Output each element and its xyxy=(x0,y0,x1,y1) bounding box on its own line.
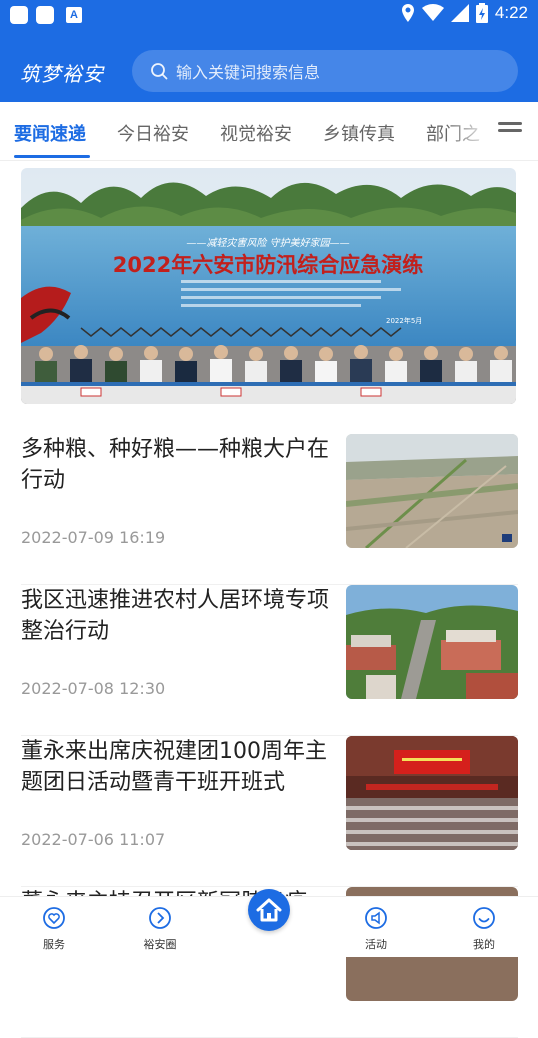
search-placeholder: 输入关键词搜索信息 xyxy=(176,63,321,82)
news-thumbnail xyxy=(346,585,518,699)
news-list-item[interactable]: 多种粮、种好粮——种粮大户在行动 2022-07-09 16:19 xyxy=(21,434,518,585)
news-thumbnail xyxy=(346,434,518,548)
banner-title: 2022年六安市防汛综合应急演练 xyxy=(113,253,423,277)
location-icon xyxy=(401,4,414,22)
banner-slogan: ——减轻灾害风险 守护美好家园—— xyxy=(186,237,349,249)
tab-township[interactable]: 乡镇传真 xyxy=(323,120,395,146)
home-icon xyxy=(256,898,282,922)
tab-label: 活动 xyxy=(365,938,387,951)
menu-icon[interactable] xyxy=(498,122,522,140)
battery-icon xyxy=(475,3,488,23)
smile-icon xyxy=(473,907,495,929)
notification-icon xyxy=(10,6,28,24)
tab-label: 裕安圈 xyxy=(143,938,177,951)
tab-fade xyxy=(448,102,490,158)
tab-yuan-circle[interactable]: 裕安圈 xyxy=(130,907,190,952)
news-date: 2022-07-09 16:19 xyxy=(21,528,166,547)
news-title: 董永来出席庆祝建团100周年主题团日活动暨青干班开班式 xyxy=(21,739,327,795)
news-date: 2022-07-08 12:30 xyxy=(21,679,166,698)
news-thumbnail xyxy=(346,736,518,850)
notification-icon xyxy=(36,6,54,24)
tab-label: 我的 xyxy=(473,938,495,951)
hero-banner[interactable]: ——减轻灾害风险 守护美好家园—— 2022年六安市防汛综合应急演练 2022年… xyxy=(21,168,516,404)
hero-photo: ——减轻灾害风险 守护美好家园—— 2022年六安市防汛综合应急演练 2022年… xyxy=(21,168,516,404)
tab-today-yuan[interactable]: 今日裕安 xyxy=(117,120,189,146)
notification-a-icon: A xyxy=(66,7,82,23)
active-tab-indicator xyxy=(14,155,90,158)
tab-mine[interactable]: 我的 xyxy=(454,907,514,952)
category-tabs: 要闻速递 今日裕安 视觉裕安 乡镇传真 部门之 xyxy=(0,102,538,161)
news-title: 多种粮、种好粮——种粮大户在行动 xyxy=(21,437,330,493)
bottom-tab-bar: 服务 裕安圈 活动 我的 xyxy=(0,889,538,957)
news-title: 我区迅速推进农村人居环境专项整治行动 xyxy=(21,588,330,644)
home-button[interactable] xyxy=(248,889,290,931)
circle-arrow-icon xyxy=(149,907,171,929)
status-bar: A 4:22 xyxy=(0,0,538,30)
tab-activity[interactable]: 活动 xyxy=(346,907,406,952)
news-list-item[interactable]: 我区迅速推进农村人居环境专项整治行动 2022-07-08 12:30 xyxy=(21,585,518,736)
brand-logo: 筑梦裕安 xyxy=(20,62,104,86)
news-list-item[interactable]: 董永来出席庆祝建团100周年主题团日活动暨青干班开班式 2022-07-06 1… xyxy=(21,736,518,887)
news-date: 2022-07-06 11:07 xyxy=(21,830,166,849)
search-input[interactable]: 输入关键词搜索信息 xyxy=(132,50,518,92)
signal-icon xyxy=(450,4,469,22)
tab-visual-yuan[interactable]: 视觉裕安 xyxy=(220,120,292,146)
heart-icon xyxy=(43,907,65,929)
tab-service[interactable]: 服务 xyxy=(24,907,84,952)
tab-news[interactable]: 要闻速递 xyxy=(14,120,86,146)
tab-label: 服务 xyxy=(43,938,65,951)
speaker-icon xyxy=(365,907,387,929)
app-header: A 4:22 筑梦裕安 输入关键词搜索信息 xyxy=(0,0,538,102)
status-time: 4:22 xyxy=(494,3,528,22)
search-icon xyxy=(151,63,168,80)
banner-place-date: 2022年5月 xyxy=(386,316,422,325)
wifi-icon xyxy=(421,4,444,21)
